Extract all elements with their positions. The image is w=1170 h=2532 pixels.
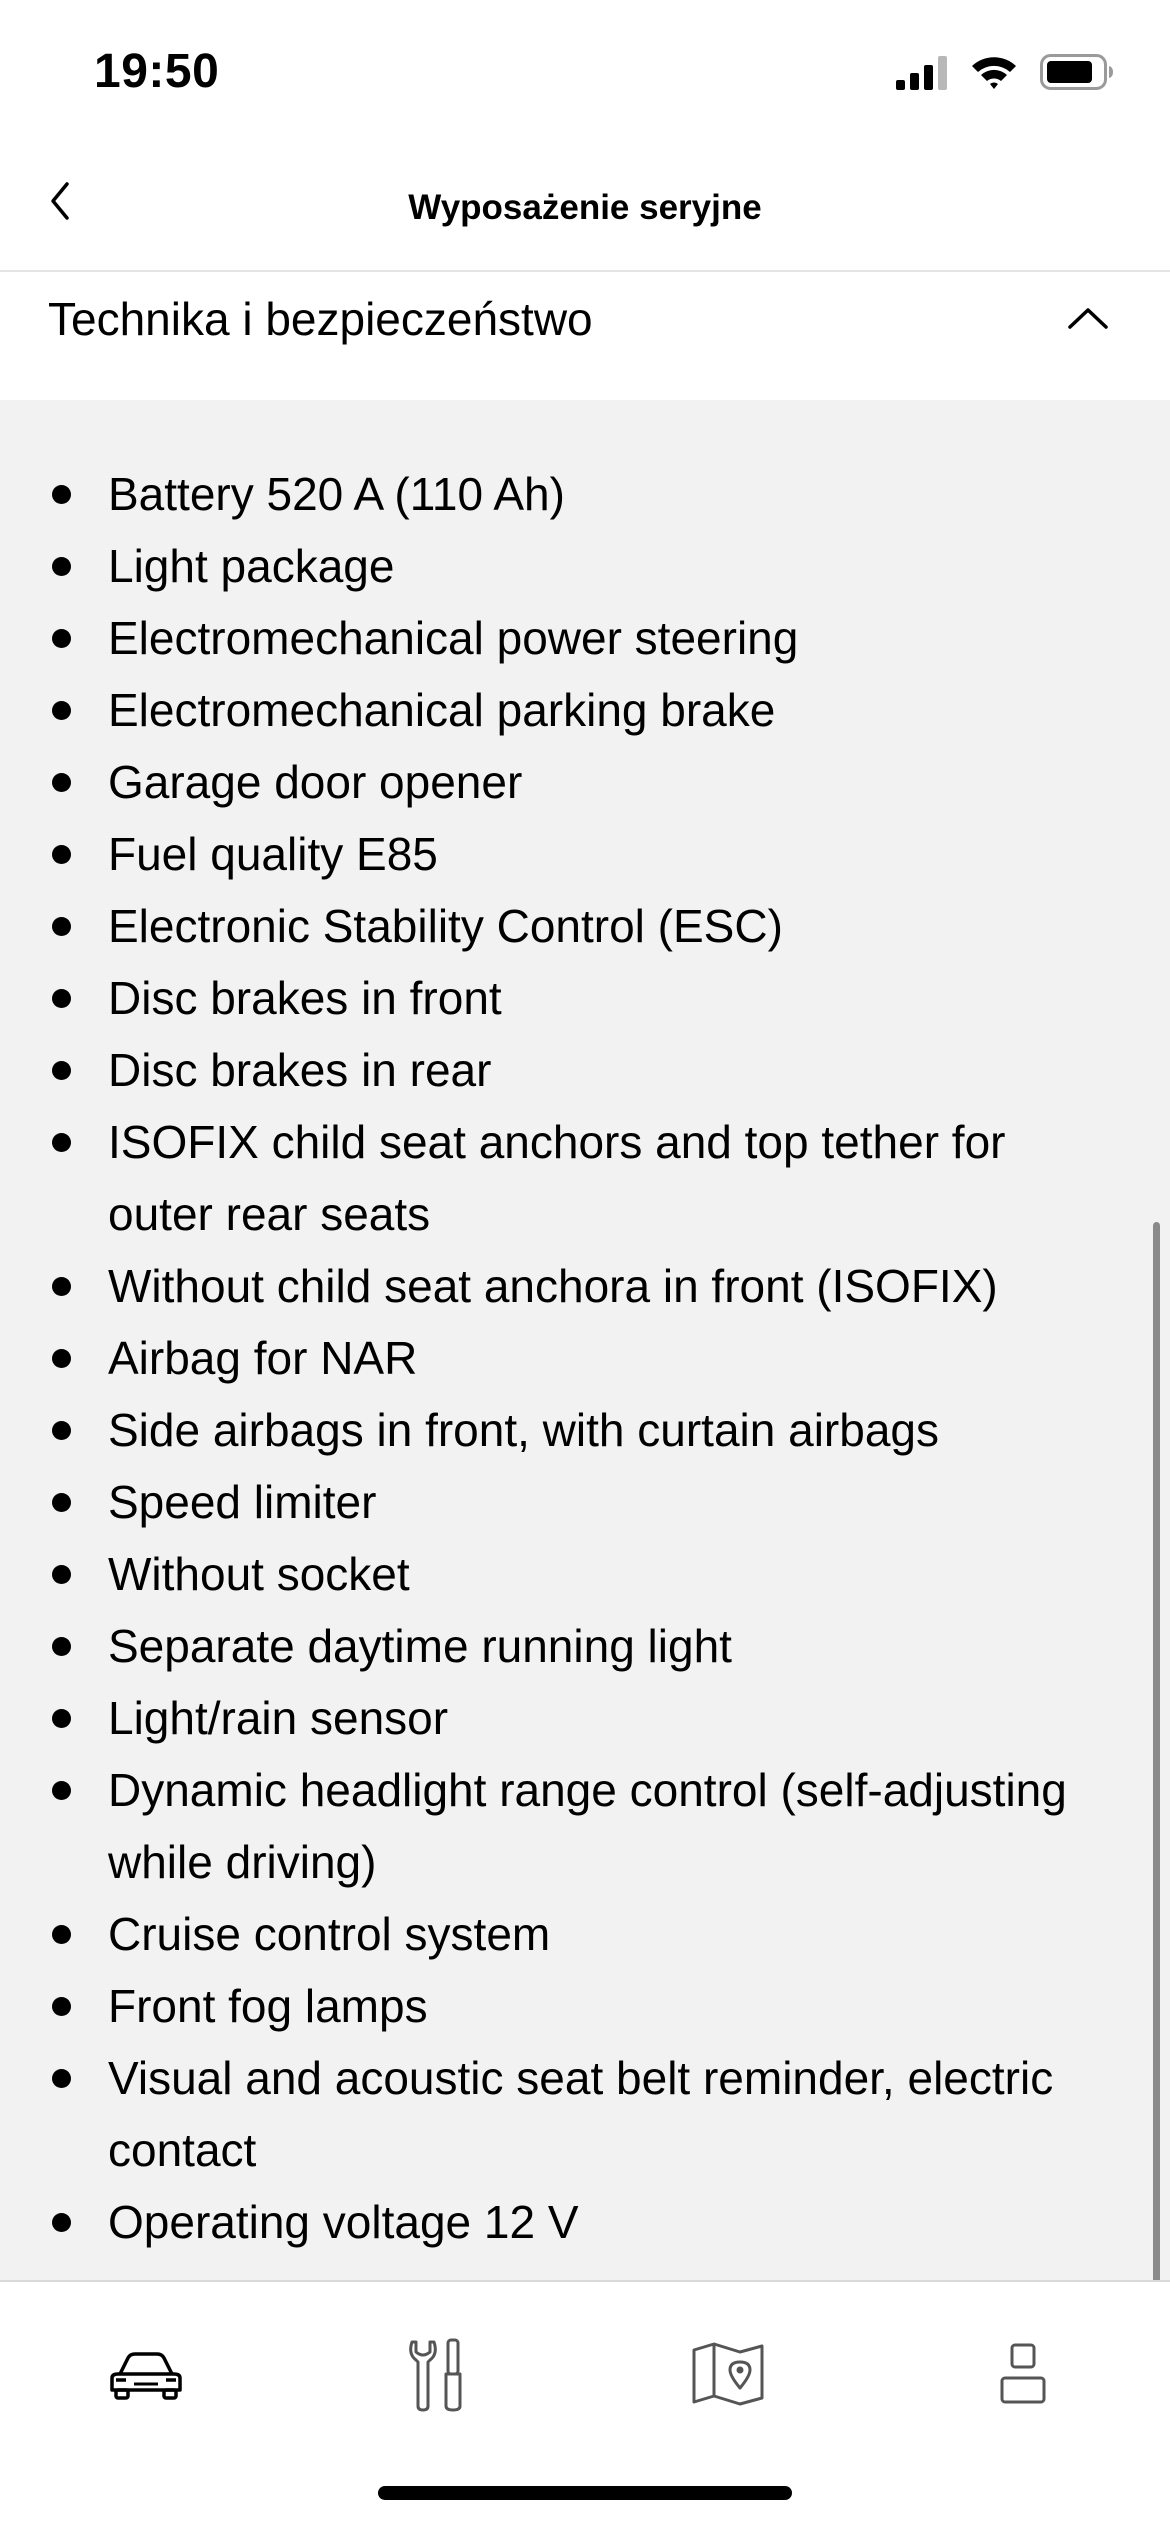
car-icon bbox=[106, 2344, 186, 2409]
tab-map[interactable] bbox=[668, 2326, 788, 2426]
feature-list-item: Garage door opener bbox=[0, 746, 1120, 818]
feature-list-item: Visual and acoustic seat belt reminder, … bbox=[0, 2042, 1120, 2186]
tab-bar bbox=[0, 2280, 1170, 2532]
feature-list-item: Disc brakes in rear bbox=[0, 1034, 1120, 1106]
status-time: 19:50 bbox=[94, 45, 220, 98]
feature-list-item: Dynamic headlight range control (self-ad… bbox=[0, 1754, 1120, 1898]
section-header[interactable]: Technika i bezpieczeństwo bbox=[0, 272, 1170, 400]
feature-list-item: Separate daytime running light bbox=[0, 1610, 1120, 1682]
screen: 19:50 Wyposażenie seryjne Technika i bez… bbox=[0, 0, 1170, 2532]
feature-list-item: Airbag for NAR bbox=[0, 1322, 1120, 1394]
feature-list-item: Side airbags in front, with curtain airb… bbox=[0, 1394, 1120, 1466]
feature-list-item: Light package bbox=[0, 530, 1120, 602]
collapse-button[interactable] bbox=[1058, 290, 1118, 350]
feature-list-item: Speed limiter bbox=[0, 1466, 1120, 1538]
feature-list-item: Battery 520 A (110 Ah) bbox=[0, 458, 1120, 530]
tab-profile[interactable] bbox=[963, 2326, 1083, 2426]
feature-list-item: Electronic Stability Control (ESC) bbox=[0, 890, 1120, 962]
chevron-up-icon bbox=[1066, 304, 1110, 337]
feature-list-item: Operating voltage 12 V bbox=[0, 2186, 1120, 2258]
feature-list: Battery 520 A (110 Ah) Light package Elect… bbox=[0, 458, 1120, 2258]
feature-list-item: Cruise control system bbox=[0, 1898, 1120, 1970]
feature-list-item: ISOFIX child seat anchors and top tether… bbox=[0, 1106, 1120, 1250]
status-bar: 19:50 bbox=[0, 0, 1170, 150]
feature-list-item: Electromechanical power steering bbox=[0, 602, 1120, 674]
scrollbar[interactable] bbox=[1153, 1222, 1160, 2456]
page-title: Wyposażenie seryjne bbox=[408, 188, 762, 227]
nav-header: Wyposażenie seryjne bbox=[0, 150, 1170, 272]
feature-list-item: Without socket bbox=[0, 1538, 1120, 1610]
feature-list-item: Disc brakes in front bbox=[0, 962, 1120, 1034]
map-icon bbox=[690, 2340, 766, 2413]
status-icons bbox=[896, 52, 1114, 96]
home-indicator[interactable] bbox=[378, 2486, 792, 2500]
tab-vehicle[interactable] bbox=[86, 2326, 206, 2426]
feature-list-item: Front fog lamps bbox=[0, 1970, 1120, 2042]
feature-list-item: Fuel quality E85 bbox=[0, 818, 1120, 890]
feature-list-item: Electromechanical parking brake bbox=[0, 674, 1120, 746]
profile-icon bbox=[998, 2342, 1048, 2411]
tab-service[interactable] bbox=[377, 2326, 497, 2426]
section-title: Technika i bezpieczeństwo bbox=[48, 293, 593, 345]
feature-list-item: Light/rain sensor bbox=[0, 1682, 1120, 1754]
tools-icon bbox=[404, 2336, 470, 2417]
feature-list-container: Battery 520 A (110 Ah) Light package Elect… bbox=[0, 400, 1170, 2456]
wifi-icon bbox=[970, 54, 1018, 95]
battery-icon bbox=[1040, 53, 1114, 96]
cellular-signal-icon bbox=[896, 54, 948, 95]
feature-list-item: Without child seat anchora in front (ISO… bbox=[0, 1250, 1120, 1322]
